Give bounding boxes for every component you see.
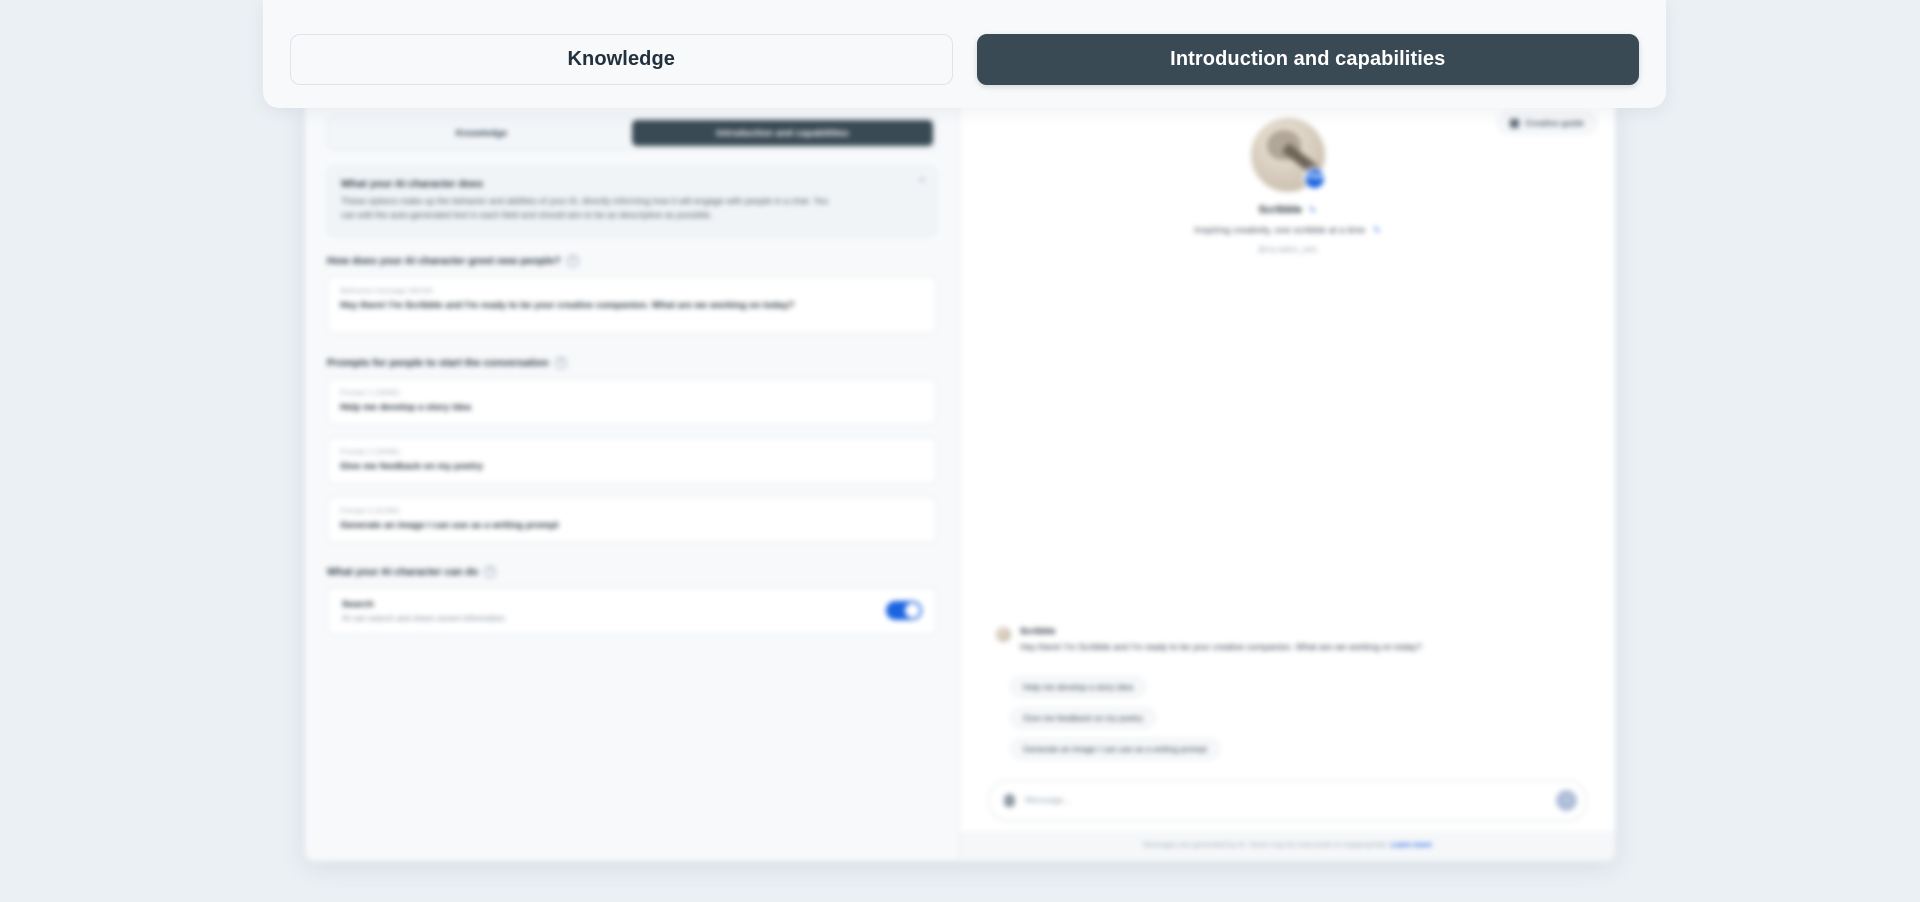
prompts-section-label: Prompts for people to start the conversa… — [327, 356, 937, 369]
message-author: Scribble — [1020, 625, 1056, 636]
learn-more-link[interactable]: Learn more — [1391, 840, 1432, 849]
help-icon[interactable]: ? — [554, 356, 567, 369]
suggestion-chip[interactable]: Help me develop a story idea — [1010, 676, 1147, 698]
prompt-input-1[interactable]: Prompt 1 (28/80) Help me develop a story… — [327, 377, 937, 425]
toggle-knob — [905, 603, 920, 619]
capability-description: AI can search and share recent informati… — [342, 612, 507, 623]
persona-name: Scribble — [1258, 204, 1302, 216]
capability-name: Search — [342, 598, 374, 610]
prompt-counter-3: Prompt 3 (41/80) — [340, 505, 400, 515]
prompt-counter-2: Prompt 2 (26/80) — [340, 446, 400, 456]
persona-handle: @my.adam_sets — [1257, 245, 1318, 254]
editor-tab-knowledge-label: Knowledge — [455, 127, 508, 139]
paperclip-icon[interactable] — [1004, 794, 1015, 807]
close-icon[interactable]: × — [919, 176, 925, 186]
tab-knowledge-label: Knowledge — [567, 48, 676, 70]
book-icon — [1510, 118, 1520, 128]
pencil-icon[interactable]: ✎ — [1373, 225, 1381, 236]
suggestion-chip[interactable]: Give me feedback on my poetry — [1010, 707, 1157, 729]
info-card: × What your AI character does These opti… — [327, 166, 937, 237]
message-composer[interactable]: Message... ↑ — [988, 780, 1587, 821]
search-toggle[interactable] — [886, 601, 922, 621]
chat-area: Scribble Hey there! I'm Scribble and I'm… — [960, 254, 1615, 780]
greeting-section-label-text: How does your AI character greet new peo… — [327, 254, 561, 267]
message-avatar — [996, 626, 1011, 642]
tab-introduction-and-capabilities[interactable]: Introduction and capabilities — [976, 34, 1639, 85]
editor-tab-introduction[interactable]: Introduction and capabilities — [632, 120, 933, 146]
prompt-value-1: Help me develop a story idea — [340, 401, 471, 413]
prompt-value-2: Give me feedback on my poetry — [340, 460, 484, 472]
preview-panel: Creative guide check-icon Scribble ✎ Ins… — [960, 96, 1615, 861]
message-input[interactable]: Message... — [1025, 795, 1546, 806]
welcome-message-counter: Welcome message 99/200 — [340, 285, 434, 295]
help-icon[interactable]: ? — [484, 565, 497, 578]
capability-row-search: Search AI can search and share recent in… — [327, 586, 937, 635]
editor-panel: Knowledge Introduction and capabilities … — [305, 96, 960, 861]
welcome-message-input[interactable]: Welcome message 99/200 Hey there! I'm Sc… — [327, 275, 937, 334]
editor-tab-knowledge[interactable]: Knowledge — [331, 120, 632, 146]
persona-tagline-row: Inspiring creativity, one scribble at a … — [960, 225, 1615, 236]
prompt-counter-1: Prompt 1 (28/80) — [340, 387, 400, 397]
greeting-section-label: How does your AI character greet new peo… — [327, 254, 937, 267]
info-card-title: What your AI character does — [341, 178, 483, 190]
prompts-section-label-text: Prompts for people to start the conversa… — [327, 356, 549, 369]
editor-tab-bar: Knowledge Introduction and capabilities — [327, 116, 937, 150]
persona-tagline: Inspiring creativity, one scribble at a … — [1194, 225, 1366, 236]
pencil-icon[interactable]: ✎ — [1309, 205, 1317, 216]
check-icon: check-icon — [1302, 167, 1336, 198]
info-card-body: These options make up the behavior and a… — [341, 196, 829, 220]
capabilities-section-label-text: What your AI character can do — [327, 565, 479, 578]
chat-message: Scribble Hey there! I'm Scribble and I'm… — [996, 626, 1579, 654]
overlay-tab-bar-panel: Knowledge Introduction and capabilities — [263, 0, 1666, 108]
message-text: Hey there! I'm Scribble and I'm ready to… — [1020, 641, 1422, 652]
editor-tab-introduction-label: Introduction and capabilities — [716, 127, 849, 139]
disclaimer: Messages are generated by AI. Some may b… — [960, 831, 1615, 861]
send-button[interactable]: ↑ — [1556, 790, 1577, 811]
suggestion-chip[interactable]: Generate an image I can use as a writing… — [1010, 738, 1220, 760]
prompt-input-3[interactable]: Prompt 3 (41/80) Generate an image I can… — [327, 495, 937, 543]
creative-guide-label: Creative guide — [1525, 118, 1584, 128]
tab-knowledge[interactable]: Knowledge — [290, 34, 953, 85]
avatar-wrapper: check-icon — [1250, 118, 1336, 198]
suggestion-chip-list: Help me develop a story idea Give me fee… — [996, 676, 1579, 760]
tab-introduction-and-capabilities-label: Introduction and capabilities — [1170, 48, 1446, 70]
prompt-value-3: Generate an image I can use as a writing… — [340, 519, 559, 531]
help-icon[interactable]: ? — [566, 254, 579, 267]
composer-wrapper: Message... ↑ — [960, 780, 1615, 831]
disclaimer-text: Messages are generated by AI. Some may b… — [1143, 840, 1389, 849]
creative-guide-button[interactable]: Creative guide — [1497, 112, 1597, 134]
application-card: Knowledge Introduction and capabilities … — [305, 96, 1615, 861]
persona-name-row: Scribble ✎ — [960, 204, 1615, 216]
capabilities-section-label: What your AI character can do ? — [327, 565, 937, 578]
overlay-tab-bar: Knowledge Introduction and capabilities — [290, 34, 1639, 85]
prompt-input-2[interactable]: Prompt 2 (26/80) Give me feedback on my … — [327, 436, 937, 484]
welcome-message-value: Hey there! I'm Scribble and I'm ready to… — [340, 299, 795, 311]
